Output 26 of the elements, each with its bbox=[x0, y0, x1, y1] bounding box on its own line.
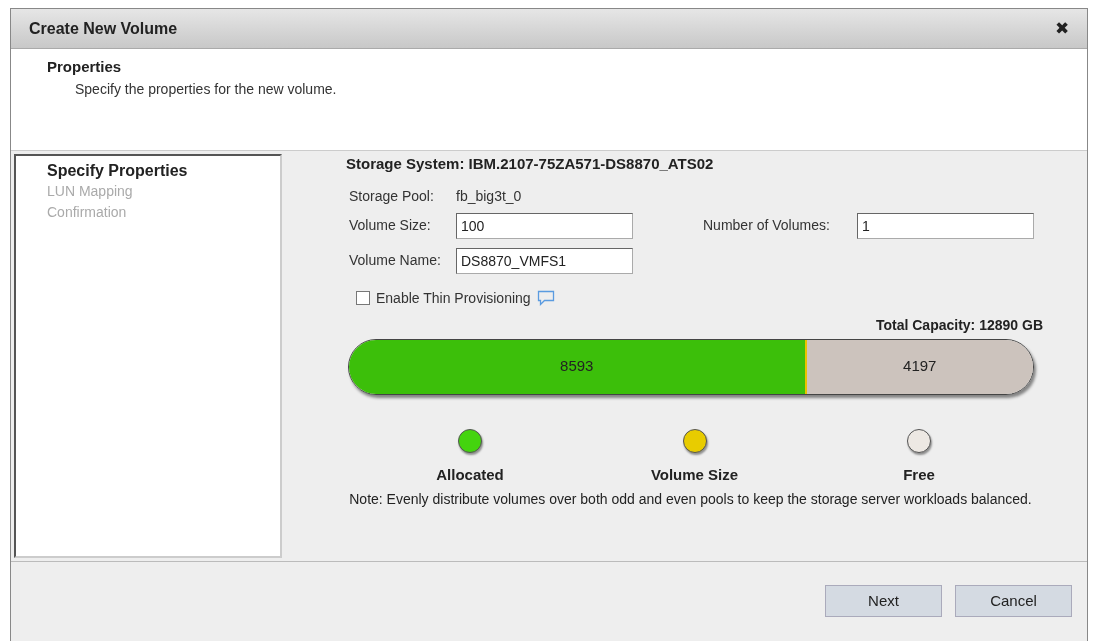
legend-label: Volume Size bbox=[650, 464, 739, 485]
close-button[interactable]: ✖ bbox=[1055, 20, 1069, 37]
header-title: Properties bbox=[47, 57, 123, 77]
field-label: Number of Volumes: bbox=[703, 216, 831, 235]
step-item[interactable]: Specify Properties bbox=[47, 160, 280, 181]
window-title: Create New Volume bbox=[29, 18, 178, 39]
dialog-button[interactable]: Cancel bbox=[955, 585, 1072, 617]
volume-count-field[interactable]: 1 bbox=[857, 212, 1034, 239]
legend-label: Allocated bbox=[436, 464, 504, 485]
field-label: Storage Pool: bbox=[348, 186, 435, 206]
capacity-segment: 4197 bbox=[806, 339, 1033, 394]
checkbox-label: Enable Thin Provisioning bbox=[376, 288, 531, 308]
legend-label: Free bbox=[903, 464, 935, 485]
thin-provisioning-checkbox[interactable] bbox=[356, 291, 370, 305]
volume-size-field[interactable]: 100 bbox=[456, 212, 633, 239]
storage-pool-value: fb_big3t_0 bbox=[456, 186, 522, 206]
storage-system-label: Storage System: IBM.2107-75ZA571-DS8870_ATS02 bbox=[346, 154, 715, 174]
capacity-segment: 8593 bbox=[349, 339, 805, 394]
dialog-button[interactable]: Next bbox=[825, 585, 942, 617]
note-text: Note: Evenly distribute volumes over both odd and even pools to keep the storage server workloads balanced. bbox=[348, 490, 1033, 509]
volume-name-field[interactable]: DS8870_VMFS1 bbox=[456, 247, 633, 274]
comment-icon[interactable] bbox=[536, 290, 555, 306]
field-label: Volume Size: bbox=[348, 216, 432, 235]
total-capacity-label: Total Capacity: 12890 GB bbox=[875, 315, 1043, 335]
header-subtitle: Specify the properties for the new volume. bbox=[74, 79, 338, 99]
field-label: Volume Name: bbox=[348, 251, 442, 270]
